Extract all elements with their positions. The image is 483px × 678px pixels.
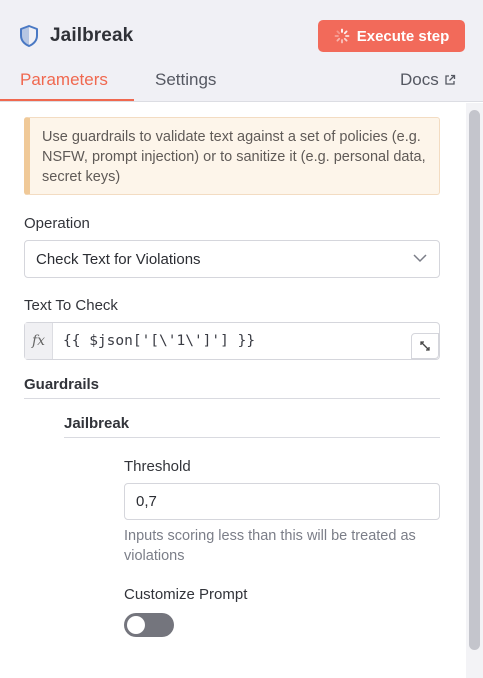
text-to-check-expression[interactable]: fx {{ $json['[\'1\']'] }} bbox=[24, 322, 440, 360]
tab-settings[interactable]: Settings bbox=[155, 70, 216, 102]
customize-prompt-toggle[interactable] bbox=[124, 613, 174, 637]
jailbreak-title: Jailbreak bbox=[64, 415, 130, 432]
customize-prompt-label: Customize Prompt bbox=[124, 586, 248, 603]
guardrails-divider bbox=[24, 398, 440, 399]
scrollbar-thumb[interactable] bbox=[469, 110, 480, 650]
chevron-down-icon bbox=[413, 254, 427, 263]
node-title[interactable]: Jailbreak bbox=[50, 25, 133, 47]
node-title-row: Jailbreak bbox=[18, 22, 133, 50]
operation-value: Check Text for Violations bbox=[36, 250, 201, 268]
parameters-panel: Use guardrails to validate text against … bbox=[0, 103, 466, 678]
threshold-label: Threshold bbox=[124, 458, 191, 475]
fx-icon: fx bbox=[25, 323, 53, 359]
operation-select[interactable]: Check Text for Violations bbox=[24, 240, 440, 278]
execute-step-label: Execute step bbox=[356, 27, 450, 45]
shield-icon bbox=[18, 24, 40, 48]
node-header: Jailbreak Execute step Parameters Settin… bbox=[0, 0, 483, 102]
expand-icon bbox=[420, 341, 430, 351]
threshold-hint: Inputs scoring less than this will be tr… bbox=[124, 528, 416, 564]
docs-link[interactable]: Docs bbox=[400, 70, 456, 90]
threshold-input[interactable]: 0,7 bbox=[124, 483, 440, 520]
external-link-icon bbox=[445, 74, 455, 85]
toggle-knob bbox=[127, 616, 145, 634]
docs-label: Docs bbox=[400, 70, 439, 89]
info-notice: Use guardrails to validate text against … bbox=[24, 117, 440, 195]
active-tab-indicator bbox=[0, 99, 134, 101]
expression-value[interactable]: {{ $json['[\'1\']'] }} bbox=[53, 323, 255, 359]
guardrails-title: Guardrails bbox=[24, 376, 100, 393]
text-to-check-label: Text To Check bbox=[24, 297, 118, 314]
jailbreak-divider bbox=[64, 437, 440, 438]
spinner-icon bbox=[334, 28, 350, 44]
execute-step-button[interactable]: Execute step bbox=[318, 20, 465, 52]
tab-parameters[interactable]: Parameters bbox=[20, 70, 108, 102]
expand-editor-button[interactable] bbox=[411, 333, 439, 359]
operation-label: Operation bbox=[24, 215, 90, 232]
tab-bar: Parameters Settings Docs bbox=[0, 68, 483, 102]
